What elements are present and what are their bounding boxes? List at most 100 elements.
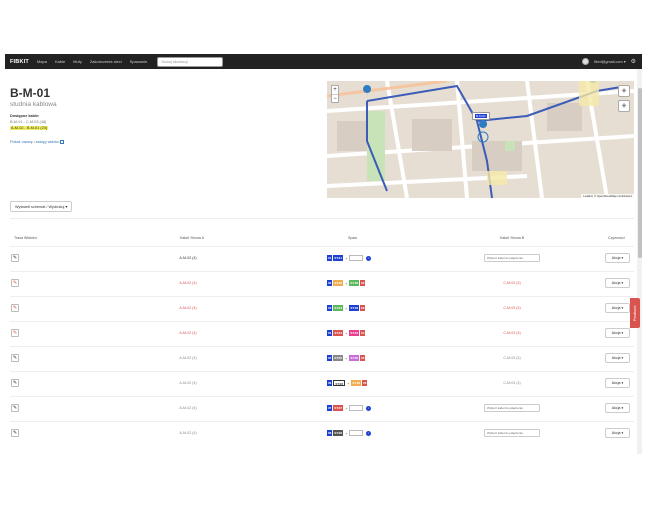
side-b-cable-select[interactable]: Wybierz kabel do połączenia xyxy=(484,404,540,412)
fiber-tag: ST.03 xyxy=(349,305,360,311)
nav-link-splicing[interactable]: Spawanie xyxy=(130,59,148,64)
col-header-route: Trasa Włókien xyxy=(14,236,37,240)
table-row: ✎ A-M-02 (4) 01 ST.01 + i Wybierz kabel do poł… xyxy=(10,246,634,271)
nav-link-cables[interactable]: Kable xyxy=(55,59,65,64)
brand-logo[interactable]: FIBKIT xyxy=(10,59,29,65)
fiber-tag: ST.04 xyxy=(349,330,360,336)
layers-icon[interactable]: ◈ xyxy=(618,85,630,97)
row-action-button[interactable]: Akcja ▾ xyxy=(605,353,630,363)
table-row: ✎ A-M-02 (4) 07 ST.07 + i Wybierz kabel do poł… xyxy=(10,396,634,421)
splice-slot-input[interactable] xyxy=(349,405,364,411)
map-attribution[interactable]: Leaflet | © OpenStreetMap contributors xyxy=(581,194,634,198)
side-a-cable[interactable]: A-M-02 (4) xyxy=(168,256,208,260)
map-marker-label: B-M-01 xyxy=(475,114,487,118)
zoom-in-button[interactable]: + xyxy=(332,86,338,94)
splice-joiner: + xyxy=(345,305,348,311)
fiber-tag: ST.04 xyxy=(333,330,344,336)
side-a-cable[interactable]: A-M-02 (4) xyxy=(168,431,208,435)
map-marker-popup[interactable]: B-M-01 xyxy=(472,112,490,120)
edit-route-icon[interactable]: ✎ xyxy=(11,279,19,287)
show-scheme-button[interactable]: Wyświetl schemat / Wydrukuj ▾ xyxy=(10,201,73,212)
splice-cell: 04 ST.04 + ST.04 04 xyxy=(327,330,387,336)
avatar[interactable] xyxy=(582,58,590,65)
splice-cell: 01 ST.01 + i xyxy=(327,255,387,261)
fiber-tag: 06 xyxy=(327,380,333,386)
location-map[interactable]: + − ◈ ◈ B-M-01 Leaflet | © OpenStreetMap… xyxy=(327,81,634,198)
fiber-tag: 05 xyxy=(327,355,333,361)
nav-link-closures[interactable]: Mufy xyxy=(73,59,82,64)
edit-route-icon[interactable]: ✎ xyxy=(11,404,19,412)
splice-slot-input[interactable] xyxy=(349,430,364,436)
splice-joiner: + xyxy=(345,330,348,336)
page-scrollbar[interactable] xyxy=(637,69,642,454)
splice-joiner: + xyxy=(345,355,348,361)
top-navbar: FIBKIT Mapa Kable Mufy Zakończenia sieci… xyxy=(5,54,642,69)
side-b-cable[interactable]: C-M-03 (4) xyxy=(492,281,532,285)
row-action-button[interactable]: Akcja ▾ xyxy=(605,328,630,338)
fiber-tag: ST.06 xyxy=(333,380,346,386)
row-action-button[interactable]: Akcja ▾ xyxy=(605,378,630,388)
col-header-actions: Czynności xyxy=(608,236,625,240)
side-b-cable[interactable]: C-M-03 (4) xyxy=(492,356,532,360)
info-icon[interactable]: i xyxy=(366,430,372,436)
fiber-tag: 07 xyxy=(327,405,333,411)
user-menu[interactable]: fibrd@gmail.com ▾ xyxy=(594,59,626,64)
side-b-cable[interactable]: C-M-03 (4) xyxy=(492,381,532,385)
side-b-cable[interactable]: C-M-03 (4) xyxy=(492,306,532,310)
row-action-button[interactable]: Akcja ▾ xyxy=(605,253,630,263)
show-name-link-label: Pokaż nazwę i zasięg widoku xyxy=(10,140,60,144)
show-name-link[interactable]: Pokaż nazwę i zasięg widoku xyxy=(10,140,65,144)
side-b-cable-select[interactable]: Wybierz kabel do połączenia xyxy=(484,254,540,262)
side-a-cable[interactable]: A-M-02 (4) xyxy=(168,306,208,310)
layers-overlay-icon[interactable]: ◈ xyxy=(618,100,630,112)
edit-route-icon[interactable]: ✎ xyxy=(11,354,19,362)
edit-route-icon[interactable]: ✎ xyxy=(11,379,19,387)
splice-slot-input[interactable] xyxy=(349,255,364,261)
feedback-tab[interactable]: Feedback xyxy=(630,298,640,328)
table-row: ✎ A-M-02 (4) 05 ST.05 + ST.05 05 C-M-03 (4) Akcj… xyxy=(10,346,634,371)
side-a-cable[interactable]: A-M-02 (4) xyxy=(168,356,208,360)
row-action-button[interactable]: Akcja ▾ xyxy=(605,278,630,288)
section-divider xyxy=(10,218,634,219)
edit-route-icon[interactable]: ✎ xyxy=(11,254,19,262)
cable-item-1[interactable]: B-M-01 - C-M-03 (48) xyxy=(10,120,46,124)
cable-item-2[interactable]: A-M-02 - B-M-01 (24) xyxy=(10,126,49,130)
fiber-tag: ST.06 xyxy=(351,380,362,386)
splice-cell: 08 ST.08 + i xyxy=(327,430,387,436)
fiber-tag: 02 xyxy=(360,280,366,286)
edit-route-icon[interactable]: ✎ xyxy=(11,429,19,437)
fiber-tag: 06 xyxy=(362,380,368,386)
fiber-tag: ST.08 xyxy=(333,430,344,436)
scrollbar-thumb[interactable] xyxy=(638,88,642,258)
fiber-tag: 03 xyxy=(360,305,366,311)
edit-route-icon[interactable]: ✎ xyxy=(11,329,19,337)
edit-route-icon[interactable]: ✎ xyxy=(11,304,19,312)
gear-icon[interactable]: ⚙ xyxy=(631,59,636,65)
map-tiles xyxy=(327,81,634,198)
info-icon[interactable]: i xyxy=(366,405,372,411)
location-search-input[interactable]: Szukaj lokalizacji xyxy=(157,56,224,67)
nav-link-map[interactable]: Mapa xyxy=(37,59,47,64)
side-b-cable-select[interactable]: Wybierz kabel do połączenia xyxy=(484,429,540,437)
splice-cell: 02 ST.02 + ST.02 02 xyxy=(327,280,387,286)
row-action-button[interactable]: Akcja ▾ xyxy=(605,428,630,438)
fiber-tag: ST.03 xyxy=(333,305,344,311)
fiber-tag: 08 xyxy=(327,430,333,436)
side-a-cable[interactable]: A-M-02 (4) xyxy=(168,281,208,285)
map-zoom-control: + − xyxy=(331,85,339,103)
fiber-tag: 05 xyxy=(360,355,366,361)
side-a-cable[interactable]: A-M-02 (4) xyxy=(168,406,208,410)
fiber-tag: ST.07 xyxy=(333,405,344,411)
row-action-button[interactable]: Akcja ▾ xyxy=(605,403,630,413)
side-b-cable[interactable]: C-M-03 (4) xyxy=(492,331,532,335)
row-action-button[interactable]: Akcja ▾ xyxy=(605,303,630,313)
fiber-tag: ST.02 xyxy=(349,280,360,286)
fiber-tag: 02 xyxy=(327,280,333,286)
nav-link-terminations[interactable]: Zakończenia sieci xyxy=(90,59,122,64)
info-icon[interactable]: i xyxy=(366,255,372,261)
side-a-cable[interactable]: A-M-02 (4) xyxy=(168,381,208,385)
splice-joiner: + xyxy=(345,405,348,411)
side-a-cable[interactable]: A-M-02 (4) xyxy=(168,331,208,335)
browser-viewport: FIBKIT Mapa Kable Mufy Zakończenia sieci… xyxy=(5,54,642,454)
zoom-out-button[interactable]: − xyxy=(332,94,338,102)
